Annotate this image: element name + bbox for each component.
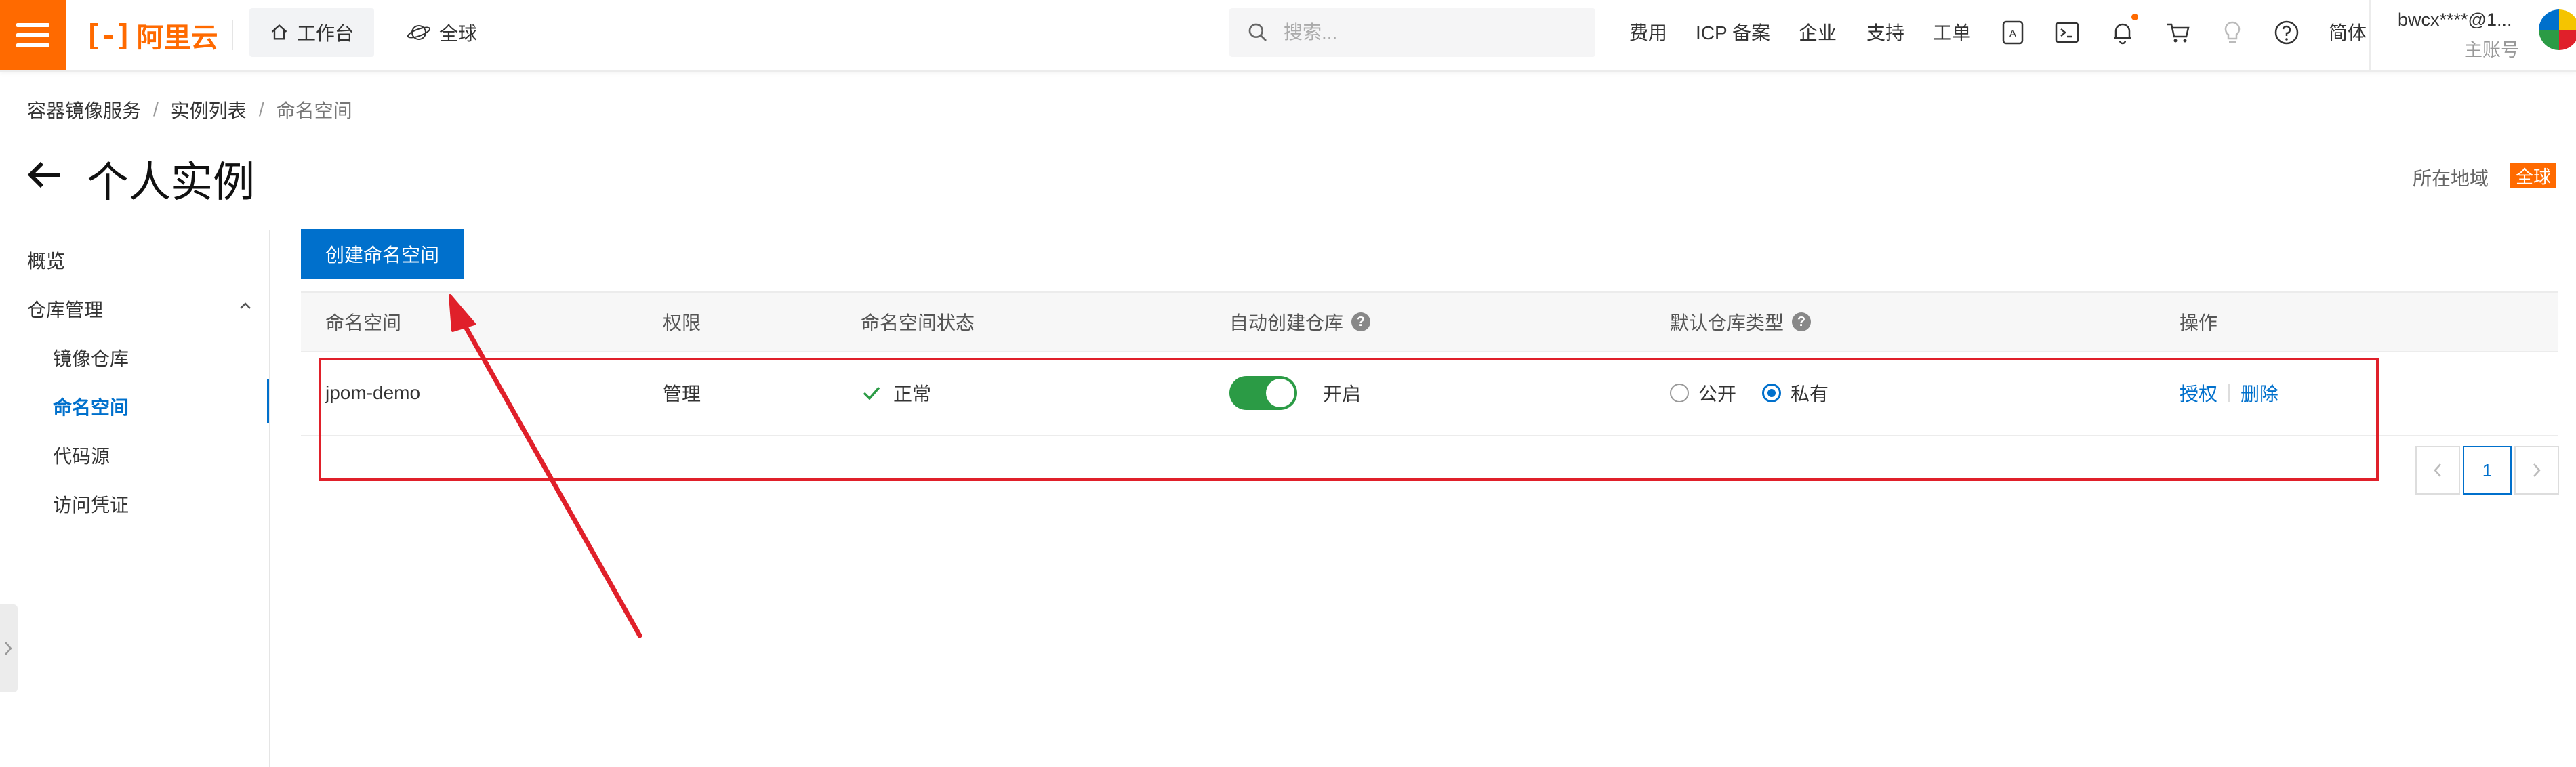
annotation-arrow [449,294,642,638]
